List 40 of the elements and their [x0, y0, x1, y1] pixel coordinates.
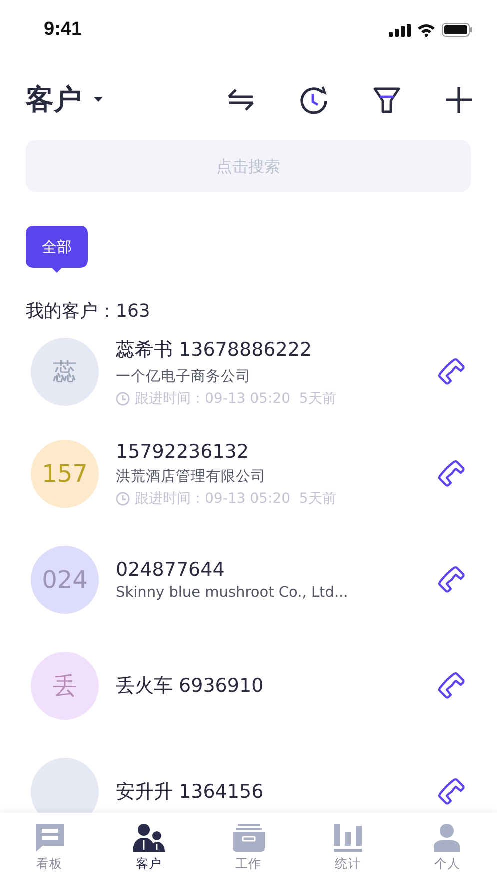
company-name: 一个亿电子商务公司 [116, 368, 252, 386]
customer-name[interactable]: 蕊希书 13678886222 [116, 336, 421, 362]
company-name: 洪荒酒店管理有限公司 [116, 468, 267, 486]
follow-time: 跟进时间：09-13 05:20 5天前 [135, 390, 336, 408]
follow-time: 跟进时间：09-13 05:20 5天前 [135, 490, 336, 508]
status-time: 9:41 [44, 19, 82, 41]
customer-name[interactable]: 024877644 [116, 559, 421, 581]
customer-count: 我的客户：163 [25, 300, 152, 323]
wifi-icon [417, 23, 436, 37]
customer-avatar: 蕊 [31, 338, 99, 406]
phone-icon[interactable] [438, 778, 466, 806]
clock-icon [116, 492, 130, 506]
customer-avatar: 157 [31, 440, 99, 508]
people-icon [133, 824, 166, 852]
customer-name[interactable]: 丢火车 6936910 [116, 673, 421, 699]
customer-name[interactable]: 15792236132 [116, 440, 421, 462]
caret-icon [94, 97, 103, 103]
message-board-icon [36, 824, 64, 852]
customer-name[interactable]: 安升升 1364156 [116, 779, 421, 805]
person-icon [434, 824, 460, 852]
filter-icon[interactable] [373, 86, 401, 114]
archive-box-icon [232, 824, 265, 852]
clock-icon [116, 392, 130, 406]
tab-bar-item[interactable]: 客户 [99, 813, 199, 883]
history-icon[interactable] [299, 85, 329, 115]
customer-type-dropdown[interactable]: 客户 [26, 81, 103, 119]
phone-icon[interactable] [438, 672, 466, 700]
swap-icon[interactable] [227, 87, 255, 113]
add-icon[interactable] [445, 86, 473, 114]
phone-icon[interactable] [438, 358, 466, 386]
company-name: Skinny blue mushroot Co., Ltd... [116, 585, 350, 601]
tab-bar-item[interactable]: 统计 [298, 813, 398, 883]
phone-icon[interactable] [438, 566, 466, 594]
filter-tag[interactable]: 全部 [26, 226, 88, 273]
bar-chart-icon [334, 824, 362, 852]
battery-icon [442, 23, 473, 37]
customer-avatar: 丢 [31, 652, 99, 720]
customer-avatar: 024 [31, 546, 99, 614]
phone-icon[interactable] [438, 460, 466, 488]
signal-icon [389, 24, 411, 36]
